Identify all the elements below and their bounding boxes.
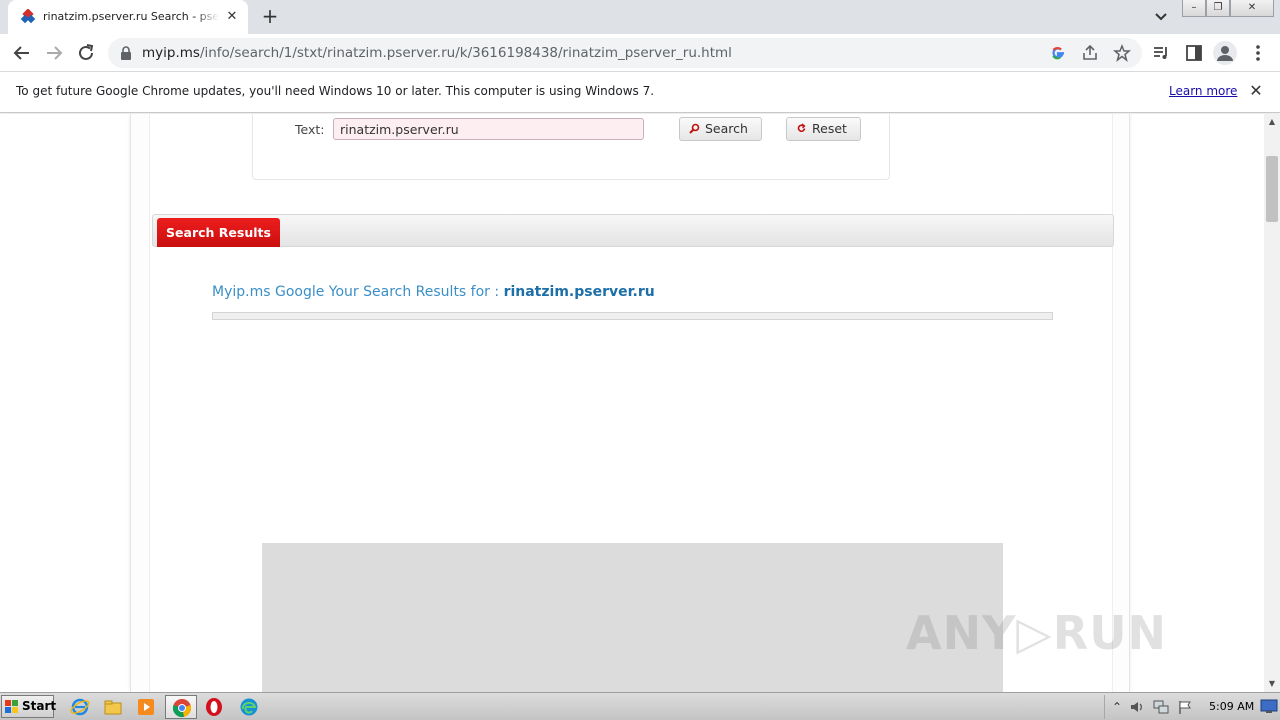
- update-infobar: To get future Google Chrome updates, you…: [0, 72, 1280, 113]
- restore-button[interactable]: ❐: [1206, 0, 1230, 17]
- search-results-tab[interactable]: Search Results: [157, 218, 280, 247]
- results-divider: [212, 312, 1053, 320]
- menu-dots-icon[interactable]: [1248, 43, 1268, 63]
- file-explorer-icon[interactable]: [103, 697, 123, 717]
- bookmark-star-icon[interactable]: [1113, 44, 1131, 62]
- screen: rinatzim.pserver.ru Search - pserver.ru …: [0, 0, 1280, 720]
- internet-explorer-icon[interactable]: [70, 697, 90, 717]
- profile-icon: [1217, 46, 1233, 61]
- window-close-button[interactable]: ✕: [1230, 0, 1274, 17]
- media-controls-icon[interactable]: [1151, 43, 1171, 63]
- reset-icon: [797, 123, 806, 133]
- url-host: myip.ms: [142, 45, 200, 61]
- clock[interactable]: 5:09 AM: [1209, 700, 1254, 713]
- system-tray: ⌃ 5:09 AM: [1104, 695, 1280, 719]
- results-heading: Myip.ms Google Your Search Results for :…: [212, 284, 655, 300]
- myip-ms-favicon-icon: [20, 9, 36, 24]
- media-player-icon[interactable]: [136, 697, 156, 717]
- scroll-thumb[interactable]: [1266, 156, 1278, 222]
- ad-placeholder: [262, 543, 1003, 692]
- search-form: Text: rinatzim.pserver.ru Search Reset: [252, 114, 890, 180]
- network-icon[interactable]: [1153, 699, 1169, 715]
- text-label: Text:: [295, 122, 325, 137]
- search-button[interactable]: Search: [679, 117, 762, 141]
- chrome-icon: [172, 699, 192, 718]
- windows-flag-icon: [5, 700, 18, 713]
- profile-avatar[interactable]: [1213, 41, 1237, 65]
- learn-more-link[interactable]: Learn more: [1169, 84, 1237, 98]
- reset-button[interactable]: Reset: [786, 117, 861, 141]
- forward-icon[interactable]: [43, 42, 65, 64]
- address-bar[interactable]: myip.ms/info/search/1/stxt/rinatzim.pser…: [108, 38, 1142, 68]
- scroll-down-arrow-icon[interactable]: ▼: [1264, 676, 1280, 692]
- new-tab-button[interactable]: +: [258, 5, 282, 29]
- chrome-taskbar-button[interactable]: [165, 695, 197, 719]
- search-button-label: Search: [705, 121, 748, 136]
- lock-icon[interactable]: [120, 46, 132, 60]
- browser-toolbar: myip.ms/info/search/1/stxt/rinatzim.pser…: [0, 34, 1280, 72]
- windows-taskbar: Start ⌃ 5:09 AM: [0, 692, 1280, 720]
- url-text: myip.ms/info/search/1/stxt/rinatzim.pser…: [142, 45, 732, 61]
- window-controls: – ❐ ✕: [1182, 0, 1274, 18]
- minimize-button[interactable]: –: [1182, 0, 1206, 17]
- vertical-scrollbar[interactable]: ▲ ▼: [1264, 114, 1280, 692]
- show-desktop-icon[interactable]: [1260, 697, 1278, 715]
- volume-icon[interactable]: [1129, 699, 1145, 715]
- search-text-input[interactable]: rinatzim.pserver.ru: [333, 118, 644, 140]
- infobar-message: To get future Google Chrome updates, you…: [16, 84, 655, 98]
- search-icon: [689, 123, 700, 134]
- reset-button-label: Reset: [812, 121, 847, 136]
- anyrun-watermark: ANY▷RUN: [906, 606, 1168, 660]
- results-header-bar: Search Results: [152, 214, 1114, 247]
- start-label: Start: [22, 699, 57, 713]
- back-icon[interactable]: [11, 42, 33, 64]
- tab-title: rinatzim.pserver.ru Search - pserver.ru: [43, 10, 219, 23]
- results-heading-query: rinatzim.pserver.ru: [503, 284, 655, 300]
- google-icon[interactable]: [1049, 44, 1067, 62]
- tab-search-chevron-icon[interactable]: [1152, 9, 1170, 25]
- reload-icon[interactable]: [75, 42, 97, 64]
- start-button[interactable]: Start: [1, 695, 57, 718]
- share-icon[interactable]: [1081, 44, 1099, 62]
- edge-icon[interactable]: [239, 697, 259, 717]
- side-panel-icon[interactable]: [1184, 43, 1204, 63]
- opera-icon[interactable]: [204, 697, 224, 717]
- tray-expand-icon[interactable]: ⌃: [1109, 699, 1125, 715]
- tab-close-icon[interactable]: ✕: [224, 9, 240, 25]
- infobar-close-icon[interactable]: ✕: [1247, 82, 1265, 100]
- scroll-up-arrow-icon[interactable]: ▲: [1264, 114, 1280, 130]
- results-heading-prefix: Myip.ms Google Your Search Results for :: [212, 284, 500, 300]
- tab-active[interactable]: rinatzim.pserver.ru Search - pserver.ru …: [8, 0, 248, 34]
- url-path: /info/search/1/stxt/rinatzim.pserver.ru/…: [199, 45, 732, 61]
- tab-strip: rinatzim.pserver.ru Search - pserver.ru …: [0, 0, 1280, 34]
- action-center-flag-icon[interactable]: [1177, 699, 1193, 715]
- page-viewport: Text: rinatzim.pserver.ru Search Reset S…: [0, 114, 1264, 692]
